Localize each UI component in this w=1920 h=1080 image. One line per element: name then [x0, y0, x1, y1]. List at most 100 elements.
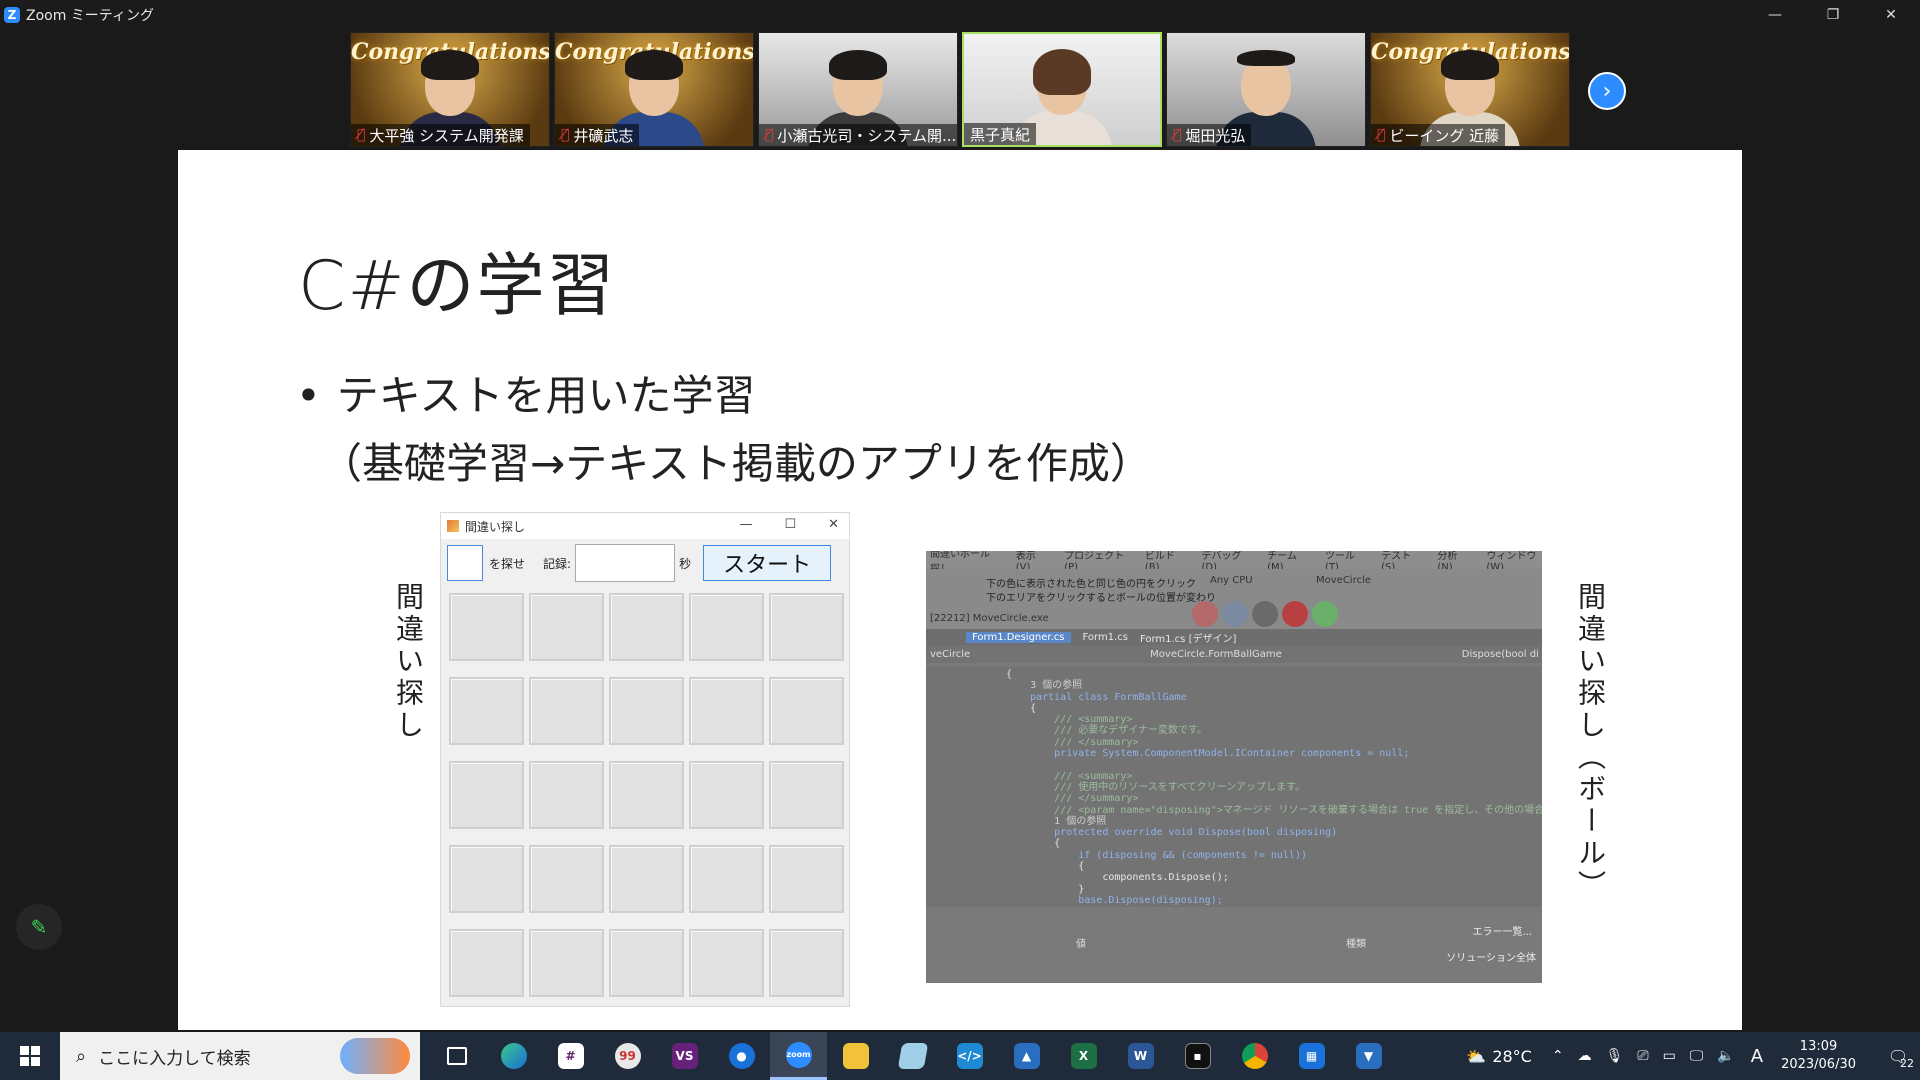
color-circle — [1252, 601, 1278, 627]
grid-cell — [769, 677, 844, 745]
word-app[interactable]: W — [1112, 1032, 1169, 1080]
vs-tab-bar: Form1.Designer.cs Form1.cs Form1.cs [デザイ… — [926, 629, 1542, 645]
calendar-icon: ▦ — [1298, 1043, 1325, 1069]
video-strip: Congratulations! 🎙̸大平強 システム開発課 Congratul… — [350, 32, 1570, 147]
vs-toolbar: 下の色に表示された色と同じ色の円をクリック 下のエリアをクリックするとボールの位… — [926, 569, 1542, 629]
grid-cell — [689, 929, 764, 997]
participant-namebar: 🎙̸ 大平強 システム開発課 — [351, 124, 530, 146]
pencil-icon: ✎ — [30, 915, 48, 939]
cloud-sun-icon: ⛅ — [1466, 1046, 1487, 1066]
participant-tile-active-speaker[interactable]: 黒子真紀 — [962, 32, 1162, 147]
search-icon: ⌕ — [76, 1045, 87, 1067]
notification-center-button[interactable]: 🗨 22 — [1876, 1032, 1920, 1080]
clock-time: 13:09 — [1799, 1039, 1838, 1054]
task-view-button[interactable] — [428, 1032, 485, 1080]
grid-cell — [449, 761, 524, 829]
vscode-app[interactable]: </> — [941, 1032, 998, 1080]
zoom-icon: zoom — [785, 1041, 812, 1068]
vs-config: Any CPU — [1210, 575, 1253, 586]
mic-muted-icon: 🎙̸ — [357, 127, 366, 143]
annotate-button[interactable]: ✎ — [16, 904, 62, 950]
vs-code-editor: { 3 個の参照 partial class FormBallGame { //… — [926, 667, 1542, 907]
onedrive-icon[interactable]: ☁ — [1578, 1048, 1592, 1064]
next-page-button[interactable]: › — [1588, 72, 1626, 110]
grid-cell — [609, 761, 684, 829]
grid-cell — [449, 929, 524, 997]
participant-namebar: 🎙̸ ビーイング 近藤 — [1371, 124, 1506, 146]
taskbar-search-box[interactable]: ⌕ ここに入力して検索 — [60, 1032, 420, 1080]
ime-indicator[interactable]: A — [1751, 1046, 1763, 1067]
visual-studio-app[interactable]: VS — [656, 1032, 713, 1080]
notepad-app[interactable] — [884, 1032, 941, 1080]
network-icon[interactable]: ⎚ — [1637, 1048, 1648, 1064]
file-explorer-app[interactable] — [827, 1032, 884, 1080]
participant-tile[interactable]: 🎙̸ 堀田光弘 — [1166, 32, 1366, 147]
zoom-app[interactable]: zoom — [770, 1032, 827, 1080]
maps-app[interactable]: ● — [713, 1032, 770, 1080]
participant-name: 堀田光弘 — [1185, 126, 1246, 145]
vs-nav-item: veCircle — [930, 648, 971, 660]
code-line: /// 必要なデザイナー変数です。 — [1006, 725, 1208, 737]
chrome-app[interactable] — [1226, 1032, 1283, 1080]
slide-bullet-text: テキストを用いた学習 — [336, 371, 756, 420]
start-button[interactable] — [0, 1032, 60, 1080]
slack-app[interactable]: # — [542, 1032, 599, 1080]
game-grid — [449, 593, 844, 997]
slide-bullet: • テキストを用いた学習 — [296, 371, 756, 420]
tray-icons: ⌃ ☁ 🎙 ⎚ ▭ 🖵 🔈 — [1552, 1048, 1735, 1064]
record-field — [575, 544, 676, 582]
app-launcher[interactable]: ▼ — [1340, 1032, 1397, 1080]
code-line: partial class FormBallGame — [1006, 691, 1187, 703]
grid-cell — [689, 593, 764, 661]
participant-tile[interactable]: Congratulations! 🎙̸ビーイング 近藤 — [1370, 32, 1570, 147]
edge-app[interactable] — [485, 1032, 542, 1080]
chevron-up-icon[interactable]: ⌃ — [1552, 1048, 1564, 1064]
participant-tile[interactable]: Congratulations! 🎙̸井礦武志 — [554, 32, 754, 147]
vs-project: MoveCircle — [1316, 575, 1371, 586]
participant-tile[interactable]: 🎙̸ 小瀬古光司・システム開... — [758, 32, 958, 147]
taskbar-clock[interactable]: 13:09 2023/06/30 — [1781, 1038, 1856, 1074]
code-line: /// </summary> — [1006, 736, 1139, 748]
visual-studio-icon: VS — [671, 1043, 698, 1069]
task-view-icon — [446, 1047, 467, 1065]
edge-icon — [500, 1043, 527, 1069]
record-label: 記録: — [543, 556, 572, 571]
notepad-icon — [897, 1043, 928, 1069]
calendar-app[interactable]: ▦ — [1283, 1032, 1340, 1080]
code-line: { — [1006, 838, 1061, 850]
participant-name: ビーイング 近藤 — [1389, 126, 1500, 145]
excel-icon: X — [1070, 1043, 1097, 1069]
windows-logo-icon — [20, 1046, 40, 1066]
grid-cell — [609, 677, 684, 745]
participant-tile[interactable]: Congratulations! 🎙̸大平強 システム開発課 — [350, 32, 550, 147]
grid-cell — [609, 593, 684, 661]
excel-app[interactable]: X — [1055, 1032, 1112, 1080]
zoom-logo-icon: Z — [4, 6, 20, 23]
mail-app[interactable]: 99 — [599, 1032, 656, 1080]
microphone-icon[interactable]: 🎙 — [1606, 1048, 1624, 1064]
vs-tab: Form1.cs — [1082, 631, 1128, 643]
visual-studio-screenshot: 間違いボール探し表示(V)プロジェクト(P)ビルド(B)デバッグ(D)チーム(M… — [926, 551, 1542, 983]
participant-namebar: 🎙̸ 井礦武志 — [555, 124, 640, 146]
grid-cell — [609, 845, 684, 913]
game-window-title: 間違い探し — [465, 519, 526, 534]
weather-temp: 28°C — [1492, 1046, 1532, 1066]
grid-cell — [529, 761, 604, 829]
app-icon: ▼ — [1355, 1043, 1382, 1069]
terminal-app[interactable]: ▪ — [1169, 1032, 1226, 1080]
close-button[interactable]: ✕ — [1862, 0, 1920, 29]
code-line: if (disposing && (components != null)) — [1006, 849, 1308, 861]
search-highlight-image — [340, 1038, 410, 1074]
display-icon[interactable]: 🖵 — [1690, 1048, 1704, 1064]
grid-cell — [529, 593, 604, 661]
slide-right-label: 間違い探し（ボール） — [1574, 582, 1607, 902]
game-window-screenshot: 間違い探し — ☐ ✕ を探せ 記録: 秒 スタート — [440, 512, 850, 1007]
color-circle — [1282, 601, 1308, 627]
battery-icon[interactable]: ▭ — [1663, 1048, 1676, 1064]
vs-column-label: 種類 — [1346, 939, 1366, 950]
app-launcher[interactable]: ▲ — [998, 1032, 1055, 1080]
speaker-icon[interactable]: 🔈 — [1717, 1048, 1734, 1064]
minimize-button[interactable]: — — [1746, 0, 1804, 29]
restore-button[interactable]: ❐ — [1804, 0, 1862, 29]
weather-widget[interactable]: ⛅ 28°C — [1466, 1047, 1531, 1066]
